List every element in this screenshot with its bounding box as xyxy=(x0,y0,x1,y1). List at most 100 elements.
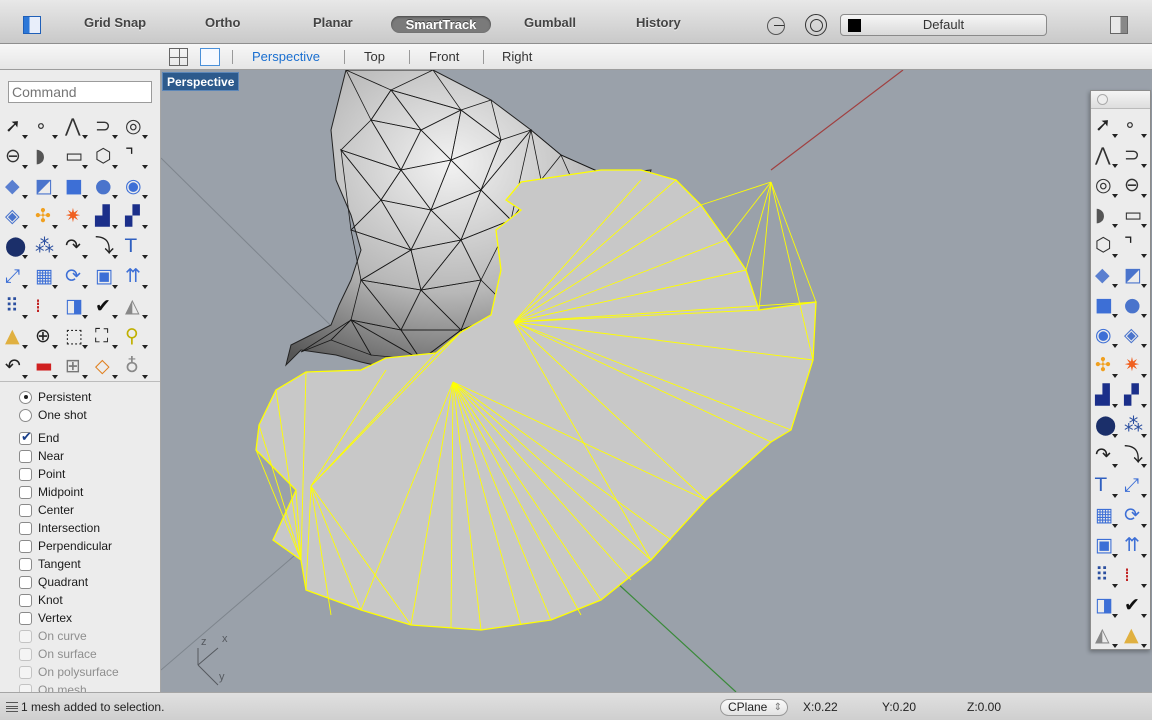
ellipse-tool-button[interactable]: ⊖ xyxy=(3,144,29,170)
osnap-icon[interactable] xyxy=(767,17,785,35)
offset-curve-tool-button[interactable]: ↷ xyxy=(1093,443,1119,469)
array-tool-button[interactable]: ⠿ xyxy=(3,294,29,320)
select-arrow-tool-button[interactable]: ➚ xyxy=(3,114,29,140)
osnap-option-quadrant[interactable]: Quadrant xyxy=(19,573,88,591)
ellipse-tool-button[interactable]: ⊖ xyxy=(1122,173,1148,199)
floating-toolbar-titlebar[interactable] xyxy=(1091,91,1150,109)
rotate-tool-button[interactable]: ⟳ xyxy=(1122,503,1148,529)
arc-tool-button[interactable]: ◗ xyxy=(33,144,59,170)
perspective-viewport[interactable]: z x y Perspective xyxy=(161,70,1152,692)
move-tool-button[interactable]: ⤢ xyxy=(3,264,29,290)
move-tool-button[interactable]: ⤢ xyxy=(1122,473,1148,499)
osnap-option-intersection[interactable]: Intersection xyxy=(19,519,100,537)
trim-tool-button[interactable]: ▟ xyxy=(1093,383,1119,409)
history-button[interactable]: History xyxy=(636,15,681,30)
text-tool-button[interactable]: T xyxy=(123,234,149,260)
extrude-tool-button[interactable]: ⇈ xyxy=(123,264,149,290)
checkbox[interactable] xyxy=(19,467,32,481)
extrude-surface-tool-button[interactable]: ◩ xyxy=(1122,263,1148,289)
tab-perspective[interactable]: Perspective xyxy=(252,49,320,64)
deform-surface-tool-button[interactable]: ◈ xyxy=(1122,323,1148,349)
split-tool-button[interactable]: ▞ xyxy=(1122,383,1148,409)
osnap-option-midpoint[interactable]: Midpoint xyxy=(19,483,83,501)
solid-edit-tool-button[interactable]: ▣ xyxy=(93,264,119,290)
array-grid-tool-button[interactable]: ▦ xyxy=(33,264,59,290)
undo-view-tool-button[interactable]: ↶ xyxy=(3,354,29,380)
cylinder-tool-button[interactable]: ◉ xyxy=(1093,323,1119,349)
panel-toggle-icon[interactable] xyxy=(1110,16,1128,34)
select-arrow-tool-button[interactable]: ➚ xyxy=(1093,113,1119,139)
blend-curve-tool-button[interactable]: ⤵ xyxy=(1122,443,1148,469)
align-tool-button[interactable]: ⁞ xyxy=(1122,563,1148,589)
rotate-tool-button[interactable]: ⟳ xyxy=(63,264,89,290)
rectangle-tool-button[interactable]: ▭ xyxy=(1122,203,1148,229)
blend-curve-tool-button[interactable]: ⤵ xyxy=(93,234,119,260)
osnap-option-vertex[interactable]: Vertex xyxy=(19,609,72,627)
split-tool-button[interactable]: ▞ xyxy=(123,204,149,230)
selected-mesh[interactable] xyxy=(255,169,817,631)
point-tool-button[interactable]: ∘ xyxy=(33,114,59,140)
cplane-select[interactable]: CPlane xyxy=(720,699,788,716)
osnap-option-near[interactable]: Near xyxy=(19,447,64,465)
four-viewports-icon[interactable] xyxy=(169,48,188,66)
surface-from-points-tool-button[interactable]: ◆ xyxy=(1093,263,1119,289)
tab-top[interactable]: Top xyxy=(364,49,385,64)
checkbox[interactable] xyxy=(19,593,32,607)
light-tool-button[interactable]: ♁ xyxy=(123,354,149,380)
rectangle-tool-button[interactable]: ▭ xyxy=(63,144,89,170)
radio-button[interactable] xyxy=(19,408,32,422)
zoom-selected-tool-button[interactable]: ⚲ xyxy=(123,324,149,350)
polyline-tool-button[interactable]: ⋀ xyxy=(63,114,89,140)
render-tool-button[interactable]: ▲ xyxy=(1122,623,1148,649)
array-tool-button[interactable]: ⠿ xyxy=(1093,563,1119,589)
smarttrack-button[interactable]: SmartTrack xyxy=(391,16,491,33)
curve-tool-button[interactable]: ⊃ xyxy=(93,114,119,140)
shade-tool-button[interactable]: ◭ xyxy=(1093,623,1119,649)
single-viewport-icon[interactable] xyxy=(200,48,220,66)
layer-select[interactable]: Default xyxy=(840,14,1047,36)
grid-snap-button[interactable]: Grid Snap xyxy=(84,15,146,30)
extrude-tool-button[interactable]: ⇈ xyxy=(1122,533,1148,559)
close-icon[interactable] xyxy=(1097,94,1108,105)
sidebar-toggle-icon[interactable] xyxy=(23,16,41,34)
target-icon[interactable] xyxy=(805,14,827,36)
command-input[interactable] xyxy=(8,81,152,103)
arc-tool-button[interactable]: ◗ xyxy=(1093,203,1119,229)
join-tool-button[interactable]: ✣ xyxy=(1093,353,1119,379)
tab-right[interactable]: Right xyxy=(502,49,532,64)
text-tool-button[interactable]: T xyxy=(1093,473,1119,499)
offset-curve-tool-button[interactable]: ↷ xyxy=(63,234,89,260)
mirror-tool-button[interactable]: ◨ xyxy=(63,294,89,320)
checkbox[interactable] xyxy=(19,557,32,571)
polygon-tool-button[interactable]: ⬡ xyxy=(1093,233,1119,259)
cylinder-tool-button[interactable]: ◉ xyxy=(123,174,149,200)
polyline-tool-button[interactable]: ⋀ xyxy=(1093,143,1119,169)
osnap-option-center[interactable]: Center xyxy=(19,501,74,519)
osnap-option-perpendicular[interactable]: Perpendicular xyxy=(19,537,112,555)
grid-plane-tool-button[interactable]: ⊞ xyxy=(63,354,89,380)
circle-tool-button[interactable]: ◎ xyxy=(1093,173,1119,199)
render-tool-button[interactable]: ▲ xyxy=(3,324,29,350)
viewport-label[interactable]: Perspective xyxy=(162,72,240,91)
radio-button[interactable] xyxy=(19,390,32,404)
sphere-tool-button[interactable]: ● xyxy=(93,174,119,200)
named-selection-tool-button[interactable]: ◇ xyxy=(93,354,119,380)
checkbox[interactable] xyxy=(19,503,32,517)
deform-surface-tool-button[interactable]: ◈ xyxy=(3,204,29,230)
checkbox[interactable] xyxy=(19,429,32,445)
tab-front[interactable]: Front xyxy=(429,49,459,64)
checkbox[interactable] xyxy=(19,521,32,535)
menu-icon[interactable] xyxy=(6,702,18,712)
osnap-mode-one-shot[interactable]: One shot xyxy=(19,406,87,424)
curve-tool-button[interactable]: ⊃ xyxy=(1122,143,1148,169)
check-tool-button[interactable]: ✔ xyxy=(1122,593,1148,619)
sphere-tool-button[interactable]: ● xyxy=(1122,293,1148,319)
explode-tool-button[interactable]: ✷ xyxy=(1122,353,1148,379)
box-tool-button[interactable]: ■ xyxy=(63,174,89,200)
group-tool-button[interactable]: ⁂ xyxy=(33,234,59,260)
group-tool-button[interactable]: ⁂ xyxy=(1122,413,1148,439)
mirror-tool-button[interactable]: ◨ xyxy=(1093,593,1119,619)
checkbox[interactable] xyxy=(19,449,32,463)
zoom-window-tool-button[interactable]: ⬚ xyxy=(63,324,89,350)
car-tool-button[interactable]: ▬ xyxy=(33,354,59,380)
